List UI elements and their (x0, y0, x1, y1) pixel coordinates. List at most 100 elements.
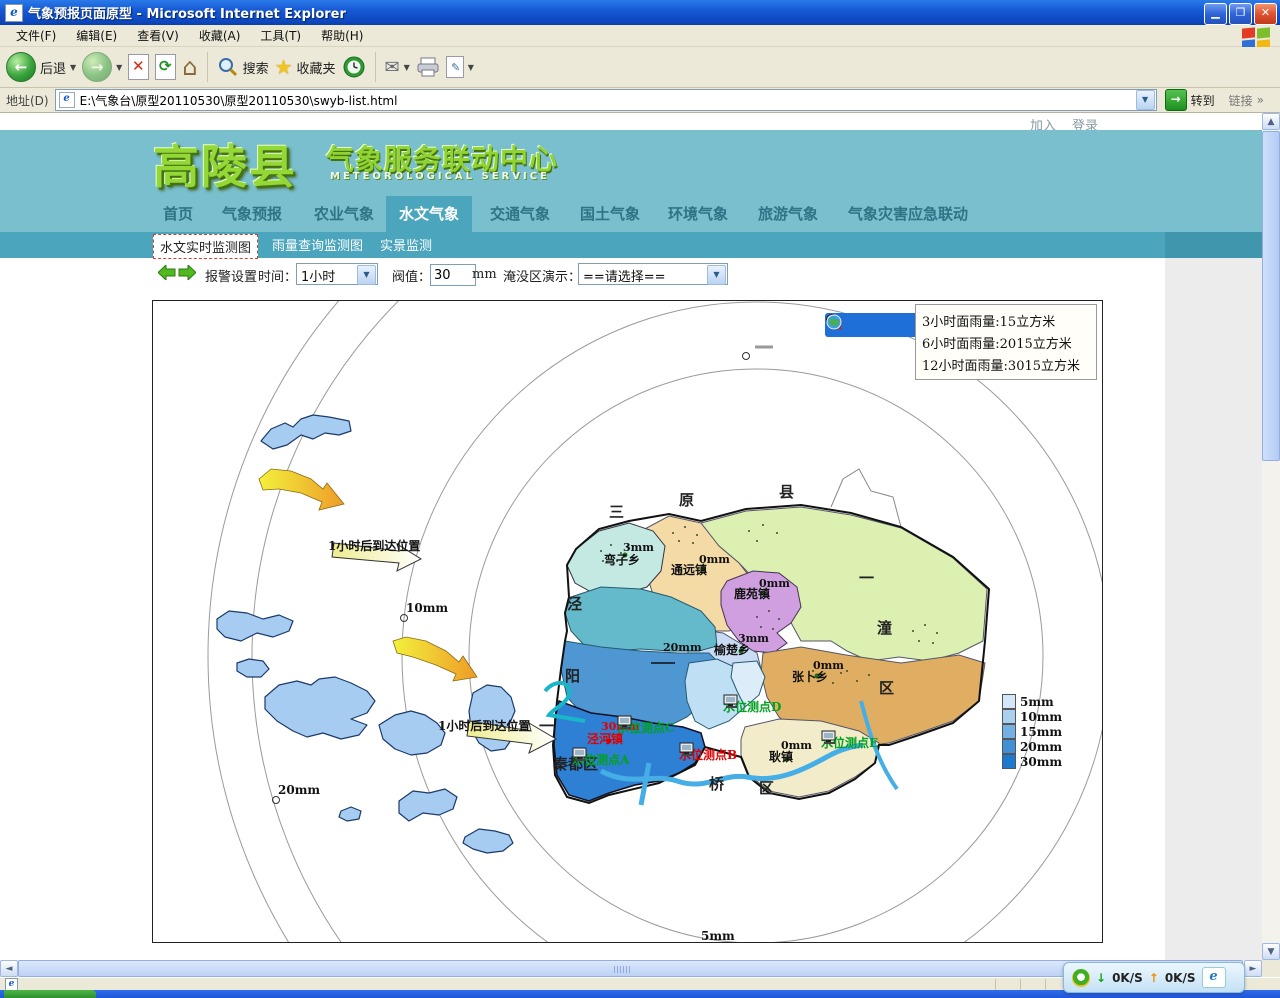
geo-label: 一 (539, 715, 554, 736)
forward-dropdown-icon[interactable]: ▼ (116, 63, 122, 72)
logo-subtitle: METEOROLOGICAL SERVICE (330, 171, 550, 182)
address-dropdown-icon[interactable]: ▼ (1136, 90, 1155, 110)
time-select-arrow-icon[interactable]: ▼ (357, 265, 376, 285)
tab-agriculture[interactable]: 农业气象 (314, 203, 374, 224)
edit-button[interactable]: ✎ ▼ (446, 56, 474, 78)
search-label: 搜索 (243, 58, 269, 77)
scroll-left-icon[interactable]: ◄ (0, 960, 18, 977)
tab-tourism[interactable]: 旅游气象 (758, 203, 818, 224)
subnav-strip-right (1165, 232, 1262, 258)
thumb-grip (614, 966, 630, 973)
menu-help[interactable]: 帮助(H) (313, 25, 371, 46)
subtab-live-view[interactable]: 实景监测 (380, 235, 432, 254)
next-arrow-icon[interactable] (178, 265, 196, 280)
station-marker-B[interactable]: 水位测点B (679, 742, 737, 763)
ie-shortcut-icon[interactable]: e (1202, 967, 1226, 988)
vertical-scroll-thumb[interactable] (1262, 131, 1280, 461)
search-button[interactable]: 搜索 (217, 56, 269, 78)
station-marker-C[interactable]: 水位测点C (617, 715, 675, 736)
go-button[interactable]: → 转到 (1165, 89, 1215, 111)
go-arrow-icon: → (1165, 89, 1187, 111)
time-label: 时间： (258, 266, 297, 285)
threshold-label: 阀值： (392, 266, 431, 285)
subtab-rain-query[interactable]: 雨量查询监测图 (272, 235, 363, 254)
arrow-eta-label-1: 1小时后到达位置 (328, 537, 420, 554)
time-select[interactable]: 1小时 ▼ (296, 263, 378, 285)
vertical-scrollbar[interactable]: ▲ ▼ (1262, 113, 1280, 960)
flood-demo-arrow-icon[interactable]: ▼ (707, 265, 726, 285)
station-marker-A[interactable]: 水位测点A (572, 747, 629, 768)
tab-weather-forecast[interactable]: 气象预报 (222, 203, 282, 224)
edit-dropdown-icon[interactable]: ▼ (468, 63, 474, 72)
flood-demo-value: ==请选择== (583, 266, 666, 285)
scrollbar-corner (1262, 960, 1280, 977)
home-icon: ⌂ (182, 55, 197, 79)
ring-label-10mm: 10mm (406, 601, 448, 615)
ring-tick-circle (743, 353, 750, 360)
station-marker-E[interactable]: 水位测点E (821, 730, 878, 751)
back-dropdown-icon[interactable]: ▼ (70, 63, 76, 72)
scroll-up-icon[interactable]: ▲ (1262, 113, 1280, 130)
menu-favorites[interactable]: 收藏(A) (191, 25, 249, 46)
horizontal-scroll-thumb[interactable] (18, 960, 1243, 977)
menu-view[interactable]: 查看(V) (129, 25, 187, 46)
menu-edit[interactable]: 编辑(E) (68, 25, 125, 46)
flood-demo-select[interactable]: ==请选择== ▼ (578, 263, 728, 285)
stop-icon: ✕ (128, 54, 149, 80)
scroll-right-icon[interactable]: ► (1244, 960, 1262, 977)
prev-arrow-icon[interactable] (158, 265, 176, 280)
tab-land[interactable]: 国土气象 (580, 203, 640, 224)
map-canvas[interactable]: 3小时面雨量:15立方米 6小时面雨量:2015立方米 12小时面雨量:3015… (152, 300, 1103, 943)
threshold-input[interactable] (430, 264, 476, 286)
print-button[interactable] (416, 56, 440, 78)
start-button-stub[interactable] (4, 990, 96, 998)
address-input[interactable] (78, 92, 1135, 108)
globe-icon[interactable] (825, 313, 843, 331)
home-button[interactable]: ⌂ (182, 55, 197, 79)
mail-button[interactable]: ✉ ▼ (385, 57, 410, 78)
close-button[interactable]: ✕ (1254, 3, 1277, 25)
legend-swatch-5mm (1002, 694, 1016, 709)
history-clock-icon (342, 55, 366, 79)
station-marker-D[interactable]: 水位测点D (723, 694, 781, 715)
geo-label: 区 (759, 777, 774, 798)
legend-label: 15mm (1020, 725, 1062, 739)
back-icon: ← (6, 52, 36, 82)
links-button[interactable]: 链接 » (1229, 92, 1264, 109)
menu-tools[interactable]: 工具(T) (252, 25, 309, 46)
upload-arrow-icon: ↑ (1149, 971, 1159, 985)
scroll-down-icon[interactable]: ▼ (1262, 943, 1280, 960)
monitor-icon (617, 715, 634, 730)
rain-legend: 5mm 10mm 15mm 20mm 30mm (1002, 694, 1062, 769)
tab-environment[interactable]: 环境气象 (668, 203, 728, 224)
forward-button[interactable]: → ▼ (82, 52, 122, 82)
download-speed: 0K/S (1112, 971, 1143, 985)
geo-label: 泾 (567, 593, 582, 614)
menu-file[interactable]: 文件(F) (8, 25, 64, 46)
mail-dropdown-icon[interactable]: ▼ (404, 63, 410, 72)
tab-traffic[interactable]: 交通气象 (490, 203, 550, 224)
tab-hydrology[interactable]: 水文气象 (386, 196, 472, 232)
search-icon (217, 56, 239, 78)
alarm-settings-label: 报警设置 (205, 266, 257, 285)
minimize-button[interactable]: ▁ (1204, 3, 1227, 25)
favorites-label: 收藏夹 (297, 58, 336, 77)
traffic-monitor-widget[interactable]: ↓ 0K/S ↑ 0K/S e (1063, 962, 1245, 993)
stop-button[interactable]: ✕ (128, 54, 149, 80)
address-label: 地址(D) (6, 92, 49, 109)
legend-swatch-20mm (1002, 739, 1016, 754)
tab-disaster-emergency[interactable]: 气象灾害应急联动 (848, 203, 968, 224)
back-button[interactable]: ← 后退 ▼ (6, 52, 76, 82)
favorites-button[interactable]: ★ 收藏夹 (275, 55, 336, 79)
tab-home[interactable]: 首页 (163, 203, 193, 224)
map-toolbar (825, 313, 921, 337)
history-button[interactable] (342, 55, 366, 79)
region-name: 榆楚乡 (714, 641, 750, 658)
upload-speed: 0K/S (1165, 971, 1196, 985)
maximize-button[interactable]: ❐ (1229, 3, 1252, 25)
subtab-realtime-monitor[interactable]: 水文实时监测图 (153, 234, 258, 259)
geo-label: 三 (609, 501, 624, 522)
refresh-button[interactable]: ⟳ (155, 54, 176, 80)
links-chevron-icon: » (1257, 93, 1264, 107)
star-icon: ★ (275, 55, 293, 79)
